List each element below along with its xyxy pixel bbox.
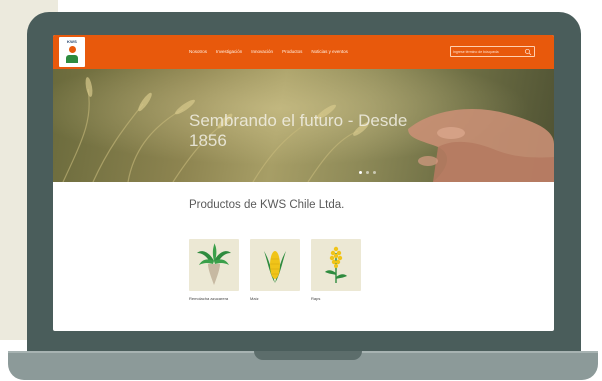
nav-item-nosotros[interactable]: Nosotros [189,48,207,56]
nav-item-investigacion[interactable]: Investigación [216,48,242,56]
search-box [450,46,535,57]
nav-item-innovacion[interactable]: Innovación [251,48,273,56]
laptop-notch [254,351,362,360]
search-icon[interactable] [524,48,532,56]
carousel-dot[interactable] [359,171,362,174]
product-label: Remolacha azucarera [189,296,229,301]
carousel-dot[interactable] [373,171,376,174]
product-label: Raps [311,296,321,301]
site-header: KWS Nosotros Investigación Innovación Pr… [53,35,554,69]
product-card-sugar-beet[interactable]: Remolacha azucarera [189,239,239,301]
rapeseed-icon [325,246,347,283]
logo-sun-icon [69,46,76,53]
product-tile [189,239,239,291]
sugar-beet-icon [197,243,231,285]
logo-field-icon [66,55,78,63]
search-input[interactable] [453,48,521,55]
laptop-screen: KWS Nosotros Investigación Innovación Pr… [53,35,554,331]
nav-item-productos[interactable]: Productos [282,48,302,56]
nav-item-noticias[interactable]: Noticias y eventos [311,48,348,56]
main-nav: Nosotros Investigación Innovación Produc… [189,48,348,56]
product-label: Maíz [250,296,259,301]
carousel-indicators [359,171,376,174]
corn-icon [264,251,286,283]
product-card-corn[interactable]: Maíz [250,239,300,301]
carousel-dot[interactable] [366,171,369,174]
hero-title: Sembrando el futuro - Desde 1856 [189,111,408,150]
logo-text: KWS [67,39,77,44]
kws-logo[interactable]: KWS [59,37,85,67]
hero-banner: Sembrando el futuro - Desde 1856 [53,69,554,182]
products-heading: Productos de KWS Chile Ltda. [189,199,345,211]
product-card-rapeseed[interactable]: Raps [311,239,361,301]
product-tile [250,239,300,291]
product-tile [311,239,361,291]
